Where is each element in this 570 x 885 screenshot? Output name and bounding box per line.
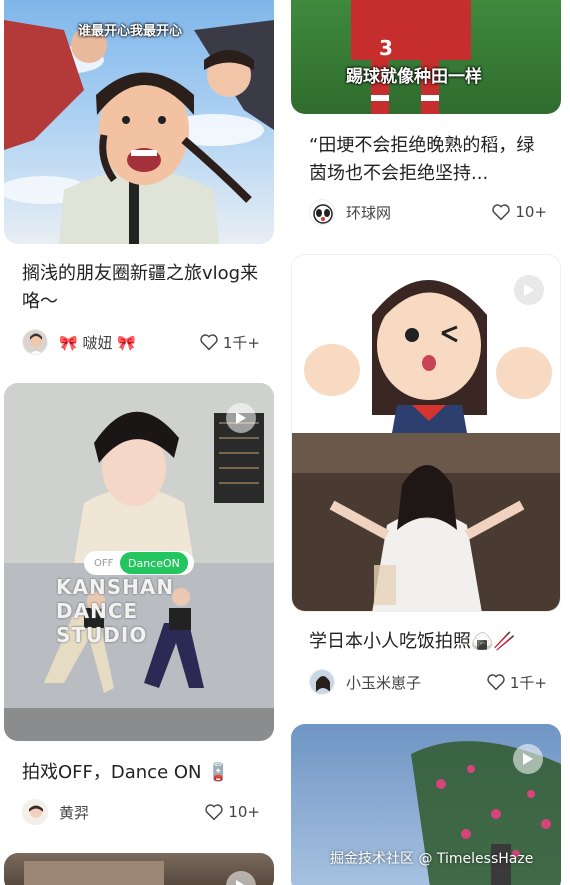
like-count: 10+ [228,803,260,821]
toggle-on-label: DanceON [120,552,188,574]
card-thumbnail[interactable]: 谁最开心我最开心 [4,0,274,244]
video-caption: 谁最开心我最开心 [78,24,183,39]
card-title[interactable]: 学日本小人吃饭拍照🍙🥢 [309,628,549,656]
heart-icon [487,674,505,691]
card-thumbnail[interactable]: KANSHAN DANCE STUDIO OFF DanceON [4,383,274,741]
card-thumbnail[interactable]: 3 踢球就像种田一样 [291,0,561,114]
card-thumbnail[interactable] [291,254,561,612]
play-icon[interactable] [514,275,544,305]
anime-and-photo [292,255,560,611]
avatar[interactable] [309,199,335,225]
dance-toggle[interactable]: OFF DanceON [84,551,194,575]
heart-icon [200,334,218,351]
card-thumbnail[interactable] [4,853,274,885]
avatar[interactable] [309,669,335,695]
watermark: 掘金技术社区 @ TimelessHaze [330,851,534,867]
author-name[interactable]: 🎀 啵妞 🎀 [59,332,136,353]
heart-icon [492,204,511,221]
like-count: 10+ [515,203,547,221]
svg-text:3: 3 [379,36,393,60]
author-name[interactable]: 环球网 [346,202,391,223]
author-name[interactable]: 黄羿 [59,802,89,823]
play-icon[interactable] [513,744,543,774]
heart-icon [205,804,224,821]
video-caption: KANSHAN DANCE STUDIO [56,575,175,647]
card-title[interactable]: 搁浅的朋友圈新疆之旅vlog来咯～ [22,260,262,316]
video-caption: 踢球就像种田一样 [346,67,482,87]
soccer-photo: 3 [351,0,471,114]
like-button[interactable]: 1千+ [486,672,547,693]
like-button[interactable]: 10+ [491,203,547,221]
toggle-off-label: OFF [94,557,114,569]
play-icon[interactable] [226,403,256,433]
author-name[interactable]: 小玉米崽子 [346,672,421,693]
like-button[interactable]: 1千+ [199,332,260,353]
card-meta: 小玉米崽子 1千+ [309,668,547,696]
avatar[interactable] [22,799,48,825]
card-title[interactable]: “田埂不会拒绝晚熟的稻，绿茵场也不会拒绝坚持... [309,132,547,188]
card-meta: 环球网 10+ [309,198,547,226]
avatar[interactable] [22,329,48,355]
like-count: 1千+ [222,333,260,352]
like-button[interactable]: 10+ [204,803,260,821]
like-count: 1千+ [509,673,547,692]
card-meta: 黄羿 10+ [22,798,260,826]
card-title[interactable]: 拍戏OFF，Dance ON 🪫 [22,759,262,787]
card-meta: 🎀 啵妞 🎀 1千+ [22,328,260,356]
